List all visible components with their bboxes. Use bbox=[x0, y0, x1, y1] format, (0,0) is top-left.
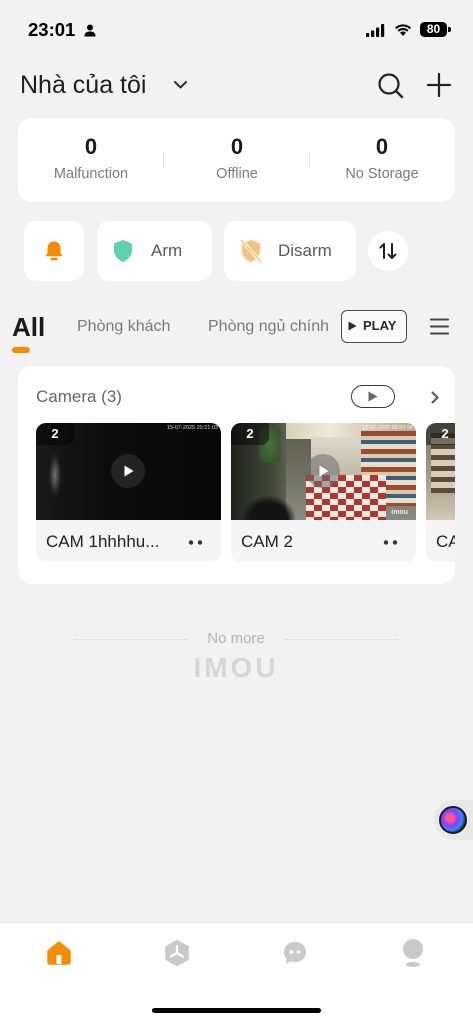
nav-devices[interactable] bbox=[164, 939, 190, 967]
play-icon bbox=[319, 465, 329, 477]
bell-icon bbox=[45, 241, 63, 261]
scene-detail bbox=[48, 451, 62, 499]
home-title[interactable]: Nhà của tôi bbox=[20, 70, 146, 100]
thumbnail-play-button[interactable] bbox=[111, 454, 145, 488]
camera-thumbnail[interactable]: 2 bbox=[426, 423, 455, 520]
camera-section: Camera (3) 2 15-07-2025 20:21:03 CAM 1hh… bbox=[18, 366, 455, 584]
disarm-button[interactable]: Disarm bbox=[224, 221, 356, 281]
camera-thumbnail[interactable]: 2 15-07-2025 20:21:03 bbox=[36, 423, 221, 520]
menu-button[interactable] bbox=[430, 318, 449, 335]
profile-icon bbox=[403, 939, 423, 967]
camera-play-button[interactable] bbox=[351, 385, 395, 408]
camera-name: CA bbox=[436, 532, 455, 551]
camera-tile[interactable]: 2 15-07-2025 20:21:03 CAM 1hhhhu... bbox=[36, 423, 221, 562]
stat-value: 0 bbox=[375, 134, 389, 159]
channel-badge: 2 bbox=[426, 423, 455, 445]
chevron-right-icon[interactable] bbox=[431, 391, 439, 404]
play-all-button[interactable]: PLAY bbox=[341, 310, 407, 343]
active-tab-indicator bbox=[12, 347, 30, 353]
scene-detail bbox=[241, 478, 296, 520]
signal-icon bbox=[366, 24, 385, 37]
play-icon bbox=[348, 321, 357, 331]
person-icon bbox=[84, 24, 96, 37]
shield-icon bbox=[114, 240, 132, 262]
devices-icon bbox=[165, 939, 189, 967]
shield-off-icon bbox=[239, 238, 263, 264]
stat-value: 0 bbox=[84, 134, 98, 159]
camera-section-title: Camera (3) bbox=[36, 387, 122, 406]
play-label: PLAY bbox=[363, 318, 397, 333]
search-button[interactable] bbox=[377, 71, 405, 99]
assistant-orb-icon[interactable] bbox=[439, 806, 467, 834]
thumbnail-watermark: imou bbox=[391, 509, 408, 516]
camera-list: 2 15-07-2025 20:21:03 CAM 1hhhhu... 2 15… bbox=[36, 423, 455, 562]
arm-button[interactable]: Arm bbox=[97, 221, 212, 281]
arm-label: Arm bbox=[151, 241, 183, 260]
stat-no-storage[interactable]: 0 No Storage bbox=[309, 118, 455, 202]
camera-name: CAM 2 bbox=[241, 532, 293, 551]
divider bbox=[284, 639, 399, 640]
camera-tile[interactable]: 2 15-07-2025 09:54:56 imou CAM 2 bbox=[231, 423, 416, 562]
play-icon bbox=[124, 465, 134, 477]
more-options-icon[interactable] bbox=[188, 540, 204, 545]
channel-badge: 2 bbox=[231, 423, 269, 445]
switch-button[interactable] bbox=[368, 231, 408, 271]
stat-value: 0 bbox=[230, 134, 244, 159]
plus-icon bbox=[427, 73, 451, 97]
nav-chat[interactable] bbox=[282, 940, 308, 966]
nav-profile[interactable] bbox=[401, 938, 425, 968]
disarm-label: Disarm bbox=[278, 241, 332, 260]
divider bbox=[73, 639, 188, 640]
menu-icon bbox=[430, 318, 449, 335]
no-more-text: No more bbox=[207, 630, 265, 647]
add-device-button[interactable] bbox=[427, 73, 451, 97]
stat-label: No Storage bbox=[345, 166, 419, 182]
channel-badge: 2 bbox=[36, 423, 74, 445]
battery-icon: 80 bbox=[420, 22, 447, 37]
tab-phong-ngu-chinh[interactable]: Phòng ngủ chính bbox=[208, 319, 329, 335]
search-icon bbox=[378, 73, 404, 99]
home-indicator bbox=[152, 1008, 321, 1013]
tab-all[interactable]: All bbox=[12, 312, 45, 342]
thumbnail-timestamp: 15-07-2025 09:54:56 bbox=[361, 425, 413, 431]
camera-tile[interactable]: 2 CA bbox=[426, 423, 455, 562]
camera-thumbnail[interactable]: 2 15-07-2025 09:54:56 imou bbox=[231, 423, 416, 520]
status-time: 23:01 bbox=[28, 19, 76, 40]
device-status-card: 0 Malfunction 0 Offline 0 No Storage bbox=[18, 118, 455, 202]
stat-malfunction[interactable]: 0 Malfunction bbox=[18, 118, 164, 202]
wifi-icon bbox=[394, 23, 412, 36]
stat-label: Offline bbox=[216, 166, 258, 182]
tab-phong-khach[interactable]: Phòng khách bbox=[77, 319, 170, 335]
play-icon bbox=[368, 391, 378, 402]
alarm-button[interactable] bbox=[24, 221, 84, 281]
stat-label: Malfunction bbox=[53, 166, 129, 182]
room-tabs: All Phòng khách Phòng ngủ chính bbox=[0, 305, 329, 355]
thumbnail-timestamp: 15-07-2025 20:21:03 bbox=[166, 425, 218, 431]
home-icon bbox=[47, 941, 71, 965]
swap-icon bbox=[379, 243, 397, 259]
more-options-icon[interactable] bbox=[383, 540, 399, 545]
chat-icon bbox=[284, 942, 306, 964]
stat-offline[interactable]: 0 Offline bbox=[164, 118, 310, 202]
thumbnail-play-button[interactable] bbox=[306, 454, 340, 488]
camera-name: CAM 1hhhhu... bbox=[46, 532, 160, 551]
battery-tip bbox=[448, 27, 451, 32]
chevron-down-icon[interactable] bbox=[174, 81, 187, 89]
nav-home[interactable] bbox=[46, 940, 72, 966]
brand-logo: IMOU bbox=[193, 652, 279, 683]
